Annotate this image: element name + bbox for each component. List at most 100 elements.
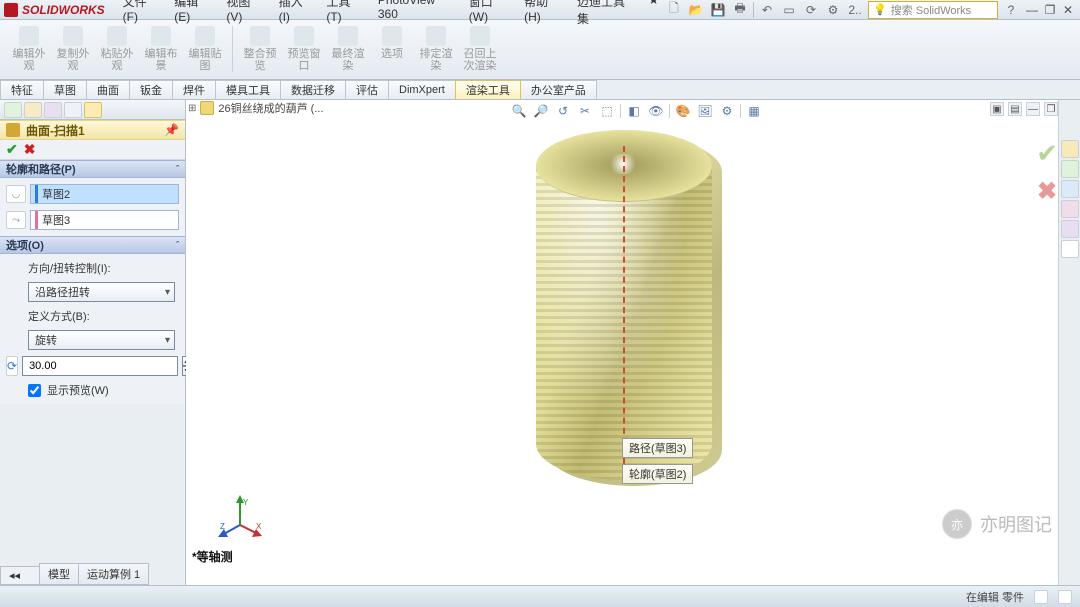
view-orientation-icon[interactable]: ⬚ <box>598 102 616 120</box>
edit-appearance-icon[interactable]: 🎨 <box>674 102 692 120</box>
zoom-fit-icon[interactable]: 🔍 <box>510 102 528 120</box>
pm-group-options[interactable]: 选项(O) ˆ <box>0 236 185 254</box>
tree-expand-icon[interactable]: ⊞ <box>188 103 196 114</box>
menu-help[interactable]: 帮助(H) <box>518 0 569 29</box>
taskpane-design-library-icon[interactable] <box>1061 160 1079 178</box>
feature-tree-tab-icon[interactable] <box>4 102 22 118</box>
render-region-icon[interactable]: ▦ <box>745 102 763 120</box>
path-selection-box[interactable]: 草图3 <box>30 210 179 230</box>
ribbon-copy-appearance[interactable]: 复制外观 <box>52 24 94 76</box>
tab-data-migration[interactable]: 数据迁移 <box>280 80 346 99</box>
zoom-area-icon[interactable]: 🔎 <box>532 102 550 120</box>
tab-evaluate[interactable]: 评估 <box>345 80 389 99</box>
chevron-up-icon: ˆ <box>176 240 179 250</box>
tab-sketch[interactable]: 草图 <box>43 80 87 99</box>
taskpane-appearances-icon[interactable] <box>1061 220 1079 238</box>
pin-icon[interactable]: 📌 <box>164 123 179 137</box>
open-icon[interactable]: 📂 <box>687 1 705 19</box>
ribbon-edit-scene[interactable]: 编辑布景 <box>140 24 182 76</box>
window-close[interactable]: ✕ <box>1060 3 1076 17</box>
menu-maidi[interactable]: 迈迪工具集 <box>571 0 640 29</box>
status-unit-icon[interactable] <box>1034 590 1048 604</box>
ribbon-edit-decal[interactable]: 编辑贴图 <box>184 24 226 76</box>
tab-mold-tools[interactable]: 模具工具 <box>215 80 281 99</box>
graphics-viewport[interactable]: ⊞ 26铜丝绕成的葫芦 (... 🔍 🔎 ↺ ✂ ⬚ ◧ 👁 🎨 🖼 ⚙ ▦ ▣… <box>186 100 1080 585</box>
toolbar-separator <box>620 104 621 118</box>
save-icon[interactable]: 💾 <box>709 1 727 19</box>
tab-sheetmetal[interactable]: 钣金 <box>129 80 173 99</box>
print-icon[interactable]: 🖶 <box>731 1 749 19</box>
confirm-cancel-icon[interactable]: ✖ <box>1037 177 1057 206</box>
menu-star[interactable]: ★ <box>642 0 665 29</box>
flyout-feature-tree[interactable]: ⊞ 26铜丝绕成的葫芦 (... <box>188 100 324 116</box>
doc-tile-icon[interactable]: ▣ <box>990 102 1004 116</box>
doc-restore-icon[interactable]: ❐ <box>1044 102 1058 116</box>
pm-group-profile-path[interactable]: 轮廓和路径(P) ˆ <box>0 160 185 178</box>
pm-title-bar: 曲面-扫描1 📌 <box>0 120 185 140</box>
doc-cascade-icon[interactable]: ▤ <box>1008 102 1022 116</box>
orientation-triad[interactable]: Y X Z <box>218 495 262 539</box>
confirm-ok-icon[interactable]: ✔ <box>1036 138 1058 169</box>
pm-ok-button[interactable]: ✔ <box>6 141 18 158</box>
sweep-surface-icon <box>6 123 20 137</box>
twist-control-label: 方向/扭转控制(I): <box>28 260 179 276</box>
taskpane-resources-icon[interactable] <box>1061 140 1079 158</box>
ribbon-paste-appearance[interactable]: 粘贴外观 <box>96 24 138 76</box>
show-preview-checkbox[interactable] <box>28 384 41 397</box>
ribbon-preview-window[interactable]: 预览窗口 <box>283 24 325 76</box>
callout-path[interactable]: 路径(草图3) <box>622 438 693 458</box>
twist-control-combo[interactable]: 沿路径扭转 <box>28 282 175 302</box>
property-manager-tab-icon[interactable] <box>24 102 42 118</box>
tab-surfaces[interactable]: 曲面 <box>86 80 130 99</box>
doc-minimize-icon[interactable]: — <box>1026 102 1040 116</box>
display-style-icon[interactable]: ◧ <box>625 102 643 120</box>
tab-render-tools[interactable]: 渲染工具 <box>455 80 521 99</box>
tab-dimxpert[interactable]: DimXpert <box>388 80 456 99</box>
profile-selection-box[interactable]: 草图2 <box>30 184 179 204</box>
configuration-tab-icon[interactable] <box>44 102 62 118</box>
ribbon-schedule-render[interactable]: 排定渲染 <box>415 24 457 76</box>
define-by-combo[interactable]: 旋转 <box>28 330 175 350</box>
taskpane-view-palette-icon[interactable] <box>1061 200 1079 218</box>
tab-features[interactable]: 特征 <box>0 80 44 99</box>
ribbon-final-render[interactable]: 最终渲染 <box>327 24 369 76</box>
confirmation-corner: ✔ ✖ <box>1036 138 1058 206</box>
window-restore[interactable]: ❐ <box>1042 3 1058 17</box>
tab-scroll-left[interactable]: ◂◂ <box>0 566 40 585</box>
tab-motion-study-1[interactable]: 运动算例 1 <box>78 563 149 585</box>
ribbon-integrated-preview[interactable]: 整合预览 <box>239 24 281 76</box>
select-icon[interactable]: ▭ <box>780 1 798 19</box>
spin-value[interactable]: 2.. <box>846 1 864 19</box>
pm-cancel-button[interactable]: ✖ <box>24 141 36 158</box>
search-input[interactable]: 💡 搜索 SolidWorks <box>868 1 998 19</box>
tab-weldments[interactable]: 焊件 <box>172 80 216 99</box>
undo-icon[interactable]: ↶ <box>758 1 776 19</box>
apply-scene-icon[interactable]: 🖼 <box>696 102 714 120</box>
taskpane-file-explorer-icon[interactable] <box>1061 180 1079 198</box>
window-minimize[interactable]: — <box>1024 3 1040 17</box>
dimxpert-tab-icon[interactable] <box>64 102 82 118</box>
callout-profile[interactable]: 轮廓(草图2) <box>622 464 693 484</box>
view-settings-icon[interactable]: ⚙ <box>718 102 736 120</box>
rebuild-icon[interactable]: ⟳ <box>802 1 820 19</box>
status-right: 在编辑 零件 <box>966 589 1072 605</box>
section-view-icon[interactable]: ✂ <box>576 102 594 120</box>
render-tab-icon[interactable] <box>84 102 102 118</box>
ribbon-options[interactable]: 选项 <box>371 24 413 76</box>
ribbon-recall-render[interactable]: 召回上次渲染 <box>459 24 501 76</box>
tab-office-products[interactable]: 办公室产品 <box>520 80 597 99</box>
path-value: 草图3 <box>42 212 70 228</box>
new-doc-icon[interactable]: 🗋 <box>665 1 683 19</box>
help-icon[interactable]: ? <box>1002 1 1020 19</box>
hide-show-icon[interactable]: 👁 <box>647 102 665 120</box>
status-custom-icon[interactable] <box>1058 590 1072 604</box>
previous-view-icon[interactable]: ↺ <box>554 102 572 120</box>
ribbon-separator <box>232 26 233 72</box>
tab-model[interactable]: 模型 <box>39 563 79 585</box>
ribbon-edit-appearance[interactable]: 编辑外观 <box>8 24 50 76</box>
pm-confirm-row: ✔ ✖ <box>0 140 185 160</box>
angle-input[interactable] <box>22 356 178 376</box>
options-icon[interactable]: ⚙ <box>824 1 842 19</box>
taskpane-custom-props-icon[interactable] <box>1061 240 1079 258</box>
show-preview-row[interactable]: 显示预览(W) <box>28 382 179 398</box>
